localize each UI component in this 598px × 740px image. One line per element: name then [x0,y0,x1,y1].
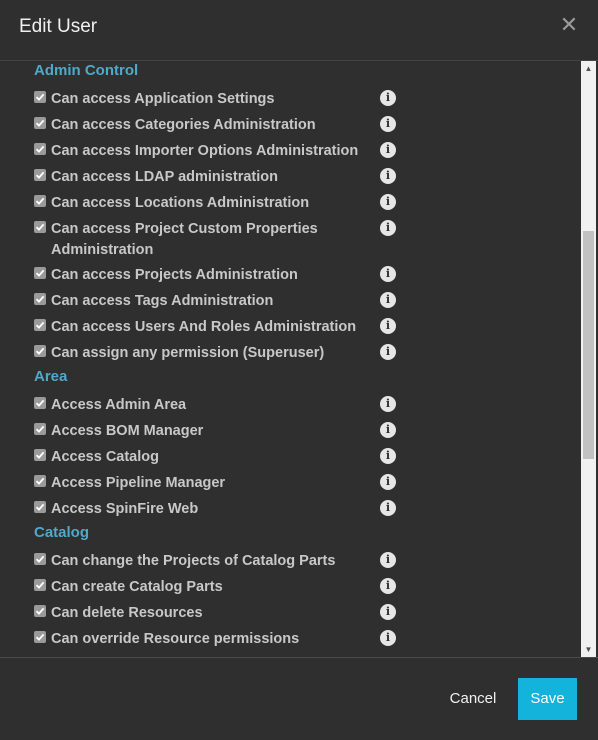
permission-label: Can access LDAP administration [51,169,278,185]
permission-checkbox[interactable] [34,449,46,461]
permission-checkbox[interactable] [34,631,46,643]
permission-checkbox[interactable] [34,267,46,279]
permissions-panel: Admin Control Can access Application Sett… [0,61,598,658]
permission-checkbox[interactable] [34,423,46,435]
permission-checkbox[interactable] [34,91,46,103]
permission-label: Can access Tags Administration [51,293,274,309]
permission-label: Can override Resource permissions [51,631,300,647]
permission-label: Can access Locations Administration [51,195,310,211]
info-icon[interactable]: i [380,578,396,594]
permission-label: Can create Catalog Parts [51,579,223,595]
info-icon[interactable]: i [380,220,396,236]
permission-label: Access SpinFire Web [51,501,199,517]
close-icon[interactable]: ✕ [558,12,580,38]
permission-checkbox[interactable] [34,345,46,357]
edit-user-dialog: Edit User ✕ Admin Control Can access Appl… [0,0,598,740]
info-icon[interactable]: i [380,116,396,132]
info-icon[interactable]: i [380,194,396,210]
scrollbar[interactable]: ▲ ▼ [581,61,596,657]
info-icon[interactable]: i [380,142,396,158]
permission-label: Can change the Projects of Catalog Parts [51,553,336,569]
info-icon[interactable]: i [380,396,396,412]
info-icon[interactable]: i [380,90,396,106]
permission-label: Can assign any permission (Superuser) [51,345,325,361]
info-icon[interactable]: i [380,448,396,464]
info-icon[interactable]: i [380,630,396,646]
permission-checkbox[interactable] [34,195,46,207]
section-heading: Area [34,368,68,385]
permission-checkbox[interactable] [34,117,46,129]
permission-checkbox[interactable] [34,143,46,155]
dialog-footer: Cancel Save [0,658,598,740]
info-icon[interactable]: i [380,552,396,568]
info-icon[interactable]: i [380,266,396,282]
permission-label: Access Catalog [51,449,159,465]
permission-label: Access Admin Area [51,397,187,413]
info-icon[interactable]: i [380,292,396,308]
permission-label: Can access Project Custom Properties Adm… [51,221,318,258]
permission-checkbox[interactable] [34,221,46,233]
permission-label: Can delete Resources [51,605,203,621]
permission-checkbox[interactable] [34,475,46,487]
permission-checkbox[interactable] [34,553,46,565]
permission-label: Can access Application Settings [51,91,275,107]
info-icon[interactable]: i [380,474,396,490]
permission-label: Can access Users And Roles Administratio… [51,319,357,335]
save-button[interactable]: Save [518,678,577,720]
section-heading: Admin Control [34,62,139,79]
permission-label: Can access Projects Administration [51,267,298,283]
dialog-title: Edit User [19,16,98,37]
permission-checkbox[interactable] [34,501,46,513]
permission-checkbox[interactable] [34,319,46,331]
permission-checkbox[interactable] [34,169,46,181]
dialog-header: Edit User ✕ [0,0,598,61]
permission-label: Can access Categories Administration [51,117,316,133]
cancel-button[interactable]: Cancel [440,678,506,720]
permission-label: Access BOM Manager [51,423,204,439]
info-icon[interactable]: i [380,422,396,438]
permission-label: Access Pipeline Manager [51,475,226,491]
scroll-down-arrow-icon[interactable]: ▼ [581,642,596,657]
permission-label: Can access Importer Options Administrati… [51,143,359,159]
permission-checkbox[interactable] [34,605,46,617]
info-icon[interactable]: i [380,318,396,334]
info-icon[interactable]: i [380,500,396,516]
info-icon[interactable]: i [380,344,396,360]
section-heading: Catalog [34,524,90,541]
scrollbar-thumb[interactable] [583,231,594,459]
scroll-up-arrow-icon[interactable]: ▲ [581,61,596,76]
permission-checkbox[interactable] [34,293,46,305]
info-icon[interactable]: i [380,168,396,184]
info-icon[interactable]: i [380,604,396,620]
permission-checkbox[interactable] [34,397,46,409]
permission-checkbox[interactable] [34,579,46,591]
